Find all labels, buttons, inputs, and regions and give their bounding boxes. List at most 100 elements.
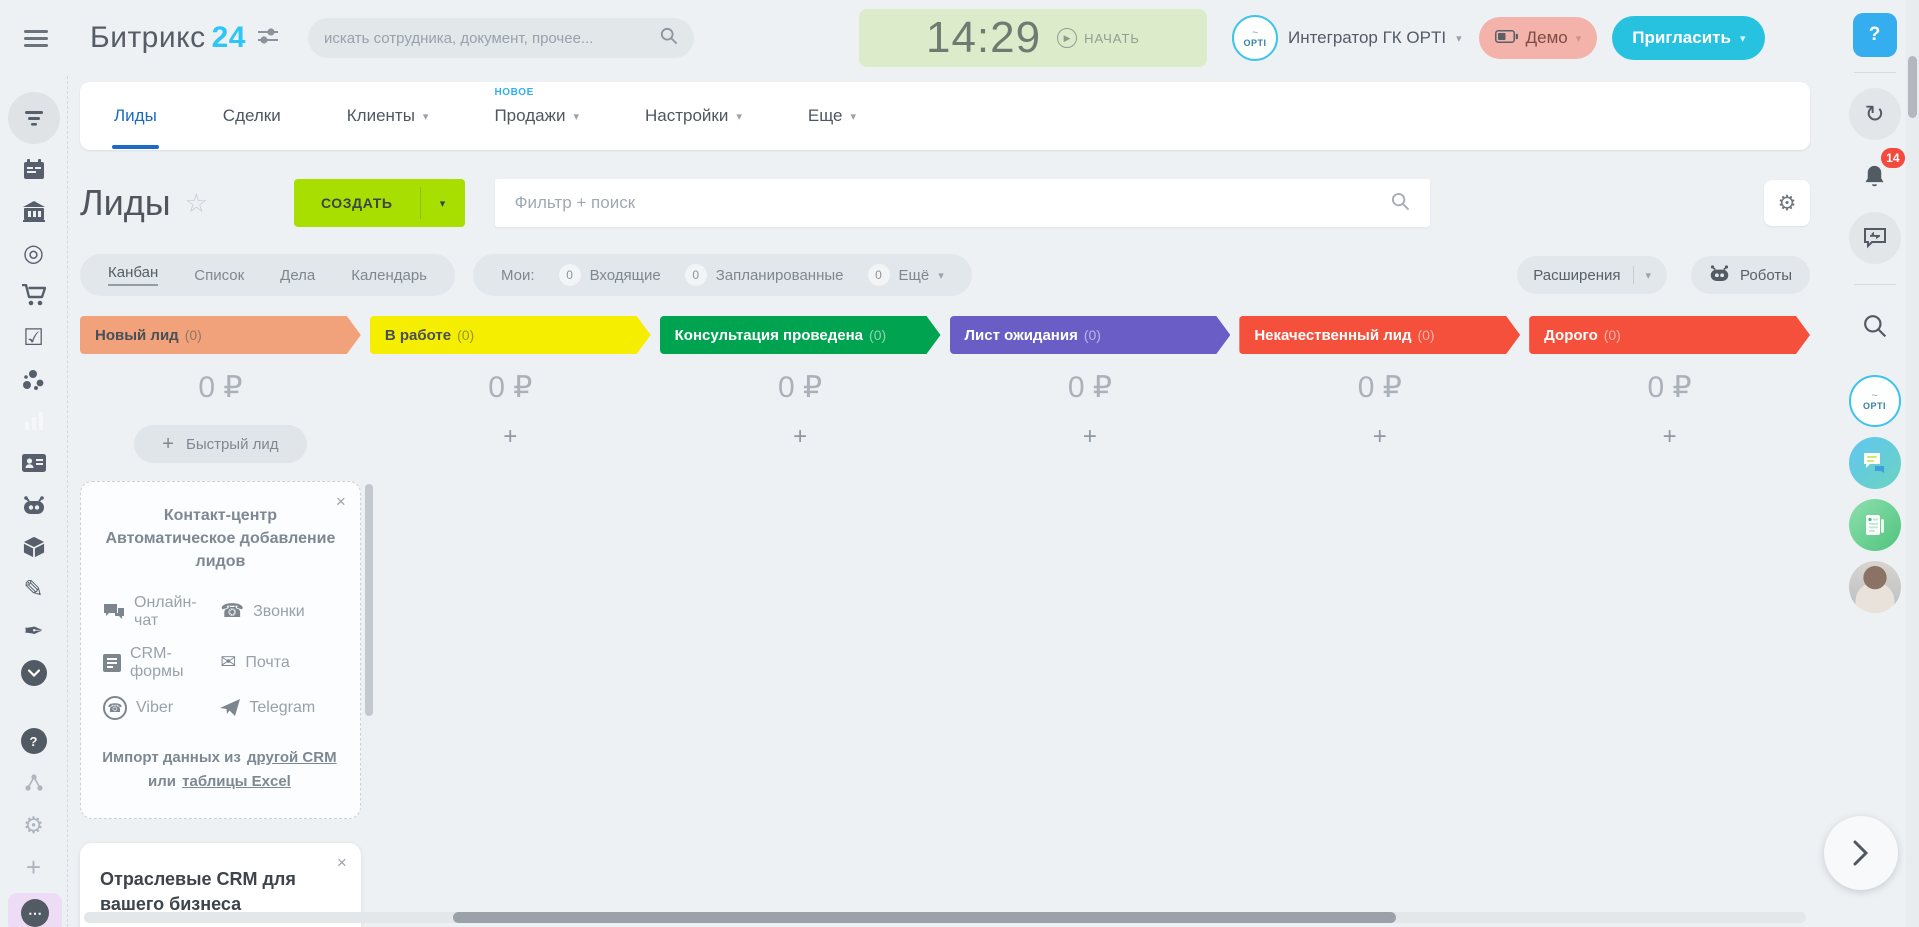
chart-icon[interactable] (8, 400, 60, 442)
search-icon[interactable] (1849, 300, 1901, 352)
view-list[interactable]: Список (194, 267, 244, 284)
tab-more[interactable]: Еще ▾ (808, 106, 856, 126)
column-header[interactable]: Некачественный лид (0) (1239, 316, 1520, 354)
channel-online-chat[interactable]: Онлайн-чат (103, 594, 220, 630)
column-amount: 0 ₽ (1357, 371, 1402, 404)
company-icon[interactable] (8, 190, 60, 232)
planner-icon[interactable] (8, 148, 60, 190)
search-icon[interactable] (1391, 192, 1410, 215)
work-timer[interactable]: 14:29 ▶ НАЧАТЬ (858, 9, 1207, 67)
document-edit-icon[interactable]: ✎ (8, 568, 60, 610)
vertical-scrollbar[interactable] (1906, 0, 1919, 927)
user-avatar[interactable] (1848, 561, 1901, 613)
signature-icon[interactable]: ✒ (8, 610, 60, 652)
global-search[interactable] (307, 18, 694, 58)
share-icon[interactable] (8, 762, 60, 804)
notifications-badge: 14 (1879, 146, 1907, 170)
page-header: Лиды ☆ СОЗДАТЬ ▾ ⚙ (80, 178, 1810, 228)
column-header[interactable]: Новый лид (0) (80, 316, 361, 354)
app-logo[interactable]: Битрикс 24 (90, 21, 246, 55)
add-lead-button[interactable]: + (1083, 425, 1097, 449)
more-sections-icon[interactable] (8, 652, 60, 694)
robot-icon[interactable] (8, 484, 60, 526)
chevron-down-icon: ▾ (422, 110, 429, 123)
add-section-icon[interactable]: + (8, 846, 60, 888)
my-label: Мои: (501, 266, 535, 284)
network-icon[interactable] (8, 358, 60, 400)
favorite-star-icon[interactable]: ☆ (185, 188, 208, 219)
assistant-badge[interactable]: ⋯ (8, 893, 62, 927)
column-header[interactable]: Лист ожидания (0) (950, 316, 1231, 354)
settings-gear-icon[interactable]: ⚙ (8, 804, 60, 846)
robots-button[interactable]: Роботы (1691, 256, 1810, 294)
view-settings-gear-icon[interactable]: ⚙ (1764, 180, 1810, 226)
chevron-down-icon: ▾ (1456, 32, 1462, 45)
horizontal-scrollbar-thumb[interactable] (453, 912, 1396, 923)
kanban-column-waiting-list: Лист ожидания (0) 0 ₽ + (950, 316, 1231, 927)
notifications-bell-icon[interactable]: 14 (1849, 146, 1907, 202)
tab-leads[interactable]: Лиды (112, 106, 159, 149)
channel-viber[interactable]: ☎ Viber (103, 695, 220, 720)
counter-more[interactable]: 0 Ещё ▾ (867, 264, 944, 286)
sliders-icon[interactable] (257, 28, 278, 48)
filter-search-input[interactable] (514, 193, 1391, 213)
live-feed-icon[interactable] (7, 92, 60, 144)
company-logo[interactable]: ~ OPTI (1848, 375, 1901, 427)
link-excel-table[interactable]: таблицы Excel (182, 773, 291, 790)
demo-plan-button[interactable]: Демо ▾ (1478, 17, 1598, 59)
view-calendar[interactable]: Календарь (351, 267, 427, 284)
kanban-column-new-lead: Новый лид (0) 0 ₽ + Быстрый лид × Контак… (80, 316, 373, 927)
tab-sales[interactable]: НОВОЕ Продажи ▾ (494, 87, 579, 126)
news-widget-icon[interactable] (1848, 499, 1901, 551)
quick-lead-button[interactable]: + Быстрый лид (134, 425, 307, 463)
view-activities[interactable]: Дела (280, 267, 315, 284)
search-icon[interactable] (660, 27, 678, 49)
column-count: (0) (1417, 327, 1435, 343)
close-icon[interactable]: × (336, 492, 346, 512)
view-kanban[interactable]: Канбан (108, 264, 159, 286)
link-other-crm[interactable]: другой CRM (247, 749, 337, 766)
counter-planned[interactable]: 0 Запланированные (684, 264, 844, 286)
tab-deals[interactable]: Сделки (223, 106, 281, 126)
channel-mail[interactable]: ✉ Почта (220, 645, 337, 681)
shop-cart-icon[interactable] (8, 274, 60, 316)
help-button[interactable]: ? (1852, 13, 1897, 57)
tasks-icon[interactable]: ☑ (8, 316, 60, 358)
chat-widget-icon[interactable] (1848, 437, 1901, 489)
column-header[interactable]: В работе (0) (370, 316, 651, 354)
industry-widget-title: Отраслевые CRM для вашего бизнеса (100, 868, 296, 914)
add-lead-button[interactable]: + (1663, 425, 1677, 449)
kanban-column-bad-lead: Некачественный лид (0) 0 ₽ + (1239, 316, 1520, 927)
add-lead-button[interactable]: + (503, 425, 517, 449)
tab-settings[interactable]: Настройки ▾ (645, 106, 742, 126)
brand-name: Битрикс (90, 21, 206, 54)
crm-target-icon[interactable]: ◎ (8, 232, 60, 274)
tab-clients[interactable]: Клиенты ▾ (347, 106, 429, 126)
add-lead-button[interactable]: + (793, 425, 807, 449)
filter-search[interactable] (494, 179, 1430, 227)
contact-card-icon[interactable] (8, 442, 60, 484)
column-scrollbar[interactable] (364, 484, 373, 716)
channel-calls[interactable]: ☎ Звонки (220, 594, 337, 630)
column-header[interactable]: Дорого (0) (1529, 316, 1810, 354)
menu-icon[interactable] (24, 26, 48, 51)
add-lead-button[interactable]: + (1373, 425, 1387, 449)
global-search-input[interactable] (323, 29, 660, 47)
vertical-scrollbar-thumb[interactable] (1908, 56, 1917, 118)
invite-button[interactable]: Пригласить ▾ (1612, 16, 1766, 60)
account-selector[interactable]: ~ OPTI Интегратор ГК OPTI ▾ (1231, 15, 1462, 61)
feed-messages-icon[interactable] (1848, 212, 1901, 264)
help-circle-icon[interactable]: ? (8, 720, 60, 762)
box-icon[interactable] (8, 526, 60, 568)
extensions-button[interactable]: Расширения ▾ (1517, 256, 1668, 294)
channel-telegram[interactable]: Telegram (220, 696, 337, 720)
create-button[interactable]: СОЗДАТЬ ▾ (293, 179, 465, 227)
timer-start-button[interactable]: ▶ НАЧАТЬ (1057, 28, 1140, 48)
create-dropdown[interactable]: ▾ (421, 179, 465, 227)
close-icon[interactable]: × (337, 853, 347, 873)
horizontal-scrollbar[interactable] (84, 912, 1806, 923)
channel-crm-forms[interactable]: CRM-формы (103, 645, 220, 681)
column-header[interactable]: Консультация проведена (0) (660, 316, 941, 354)
history-icon[interactable]: ↻ (1848, 88, 1901, 140)
counter-incoming[interactable]: 0 Входящие (558, 264, 661, 286)
